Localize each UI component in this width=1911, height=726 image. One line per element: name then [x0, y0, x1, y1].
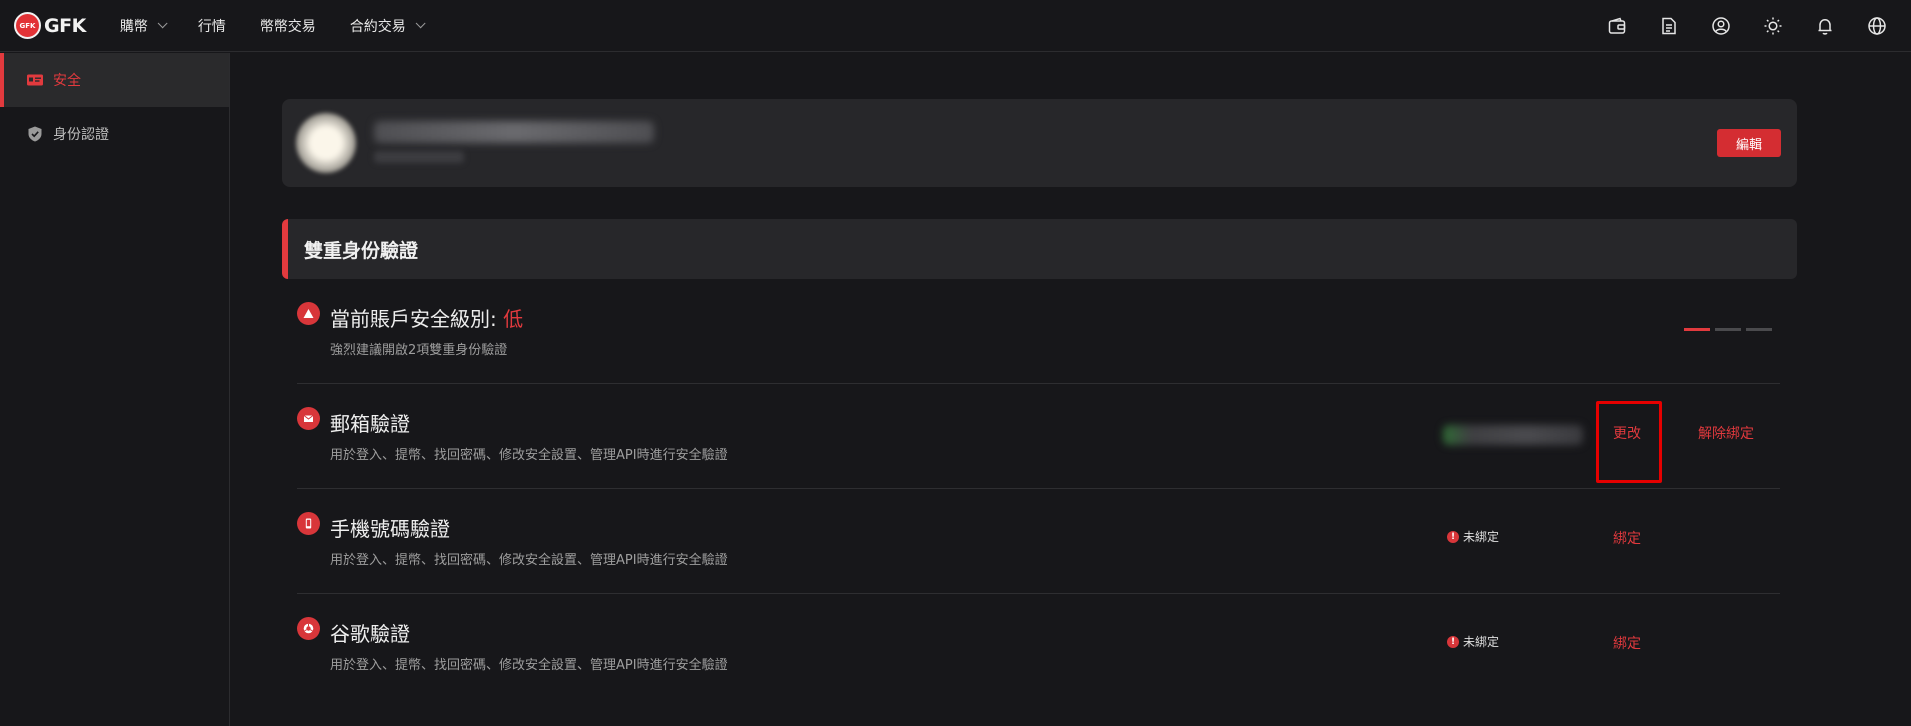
account-icon[interactable]: [1695, 0, 1747, 52]
logo-badge-icon: GFK: [14, 12, 41, 39]
annotation-highlight-box: [1596, 401, 1662, 483]
security-level-row: 當前賬戶安全級別: 低 強烈建議開啟2項雙重身份驗證: [297, 302, 1780, 384]
globe-icon[interactable]: [1851, 0, 1903, 52]
google-verification-desc: 用於登入、提幣、找回密碼、修改安全設置、管理API時進行安全驗證: [330, 658, 728, 673]
id-card-icon: [27, 74, 43, 86]
sidebar-item-label: 身份認證: [53, 127, 109, 143]
bind-google-button[interactable]: 綁定: [1613, 633, 1641, 653]
phone-verification-desc: 用於登入、提幣、找回密碼、修改安全設置、管理API時進行安全驗證: [330, 553, 728, 568]
phone-status-label: 未綁定: [1463, 530, 1500, 544]
google-status: ! 未綁定: [1447, 633, 1499, 650]
sidebar: 安全 身份認證: [0, 53, 230, 726]
phone-verification-row: 手機號碼驗證 用於登入、提幣、找回密碼、修改安全設置、管理API時進行安全驗證 …: [297, 512, 1780, 594]
top-nav-bar: GFK GFK 購幣 行情 幣幣交易 合約交易: [0, 0, 1911, 52]
bind-phone-button[interactable]: 綁定: [1613, 528, 1641, 548]
phone-status: ! 未綁定: [1447, 528, 1499, 545]
nav-item-spot-trading[interactable]: 幣幣交易: [260, 16, 316, 36]
profile-card: 編輯: [282, 99, 1797, 187]
security-level-value: 低: [503, 307, 524, 331]
wallet-icon[interactable]: [1591, 0, 1643, 52]
envelope-icon: [297, 407, 320, 430]
unbind-email-button[interactable]: 解除綁定: [1698, 423, 1754, 443]
google-status-label: 未綁定: [1463, 635, 1500, 649]
nav-item-futures-trading[interactable]: 合約交易: [349, 16, 426, 36]
phone-verification-title: 手機號碼驗證: [330, 517, 450, 541]
shield-check-icon: [28, 126, 42, 142]
sidebar-item-security[interactable]: 安全: [0, 53, 229, 107]
top-icon-bar: [1591, 0, 1903, 52]
logo-text: GFK: [44, 14, 86, 37]
brand-logo[interactable]: GFK GFK: [14, 12, 86, 39]
sidebar-item-identity-verification[interactable]: 身份認證: [0, 107, 229, 161]
redacted-user-id: [374, 151, 464, 163]
nav-item-buy-crypto[interactable]: 購幣: [119, 16, 168, 36]
level-bar: [1684, 328, 1710, 331]
google-verification-row: 谷歌驗證 用於登入、提幣、找回密碼、修改安全設置、管理API時進行安全驗證 ! …: [297, 617, 1780, 699]
phone-icon: [297, 512, 320, 535]
avatar: [296, 113, 356, 173]
level-bar: [1715, 328, 1741, 331]
alert-icon: !: [1447, 635, 1459, 648]
section-header: 雙重身份驗證: [282, 219, 1797, 279]
security-level-desc: 強烈建議開啟2項雙重身份驗證: [330, 343, 508, 358]
security-level-title: 當前賬戶安全級別: 低: [330, 303, 523, 332]
google-authenticator-icon: [297, 617, 320, 640]
redacted-bound-email: [1443, 425, 1583, 445]
chevron-down-icon: [415, 18, 426, 29]
bell-icon[interactable]: [1799, 0, 1851, 52]
section-title: 雙重身份驗證: [304, 239, 419, 262]
redacted-email: [374, 121, 654, 143]
nav-item-label: 購幣: [119, 18, 148, 35]
edit-profile-button[interactable]: 編輯: [1717, 129, 1781, 157]
theme-sun-icon[interactable]: [1747, 0, 1799, 52]
chevron-down-icon: [157, 18, 168, 29]
main-nav: 購幣 行情 幣幣交易 合約交易: [120, 16, 456, 36]
nav-item-label: 合約交易: [349, 18, 406, 35]
google-verification-title: 谷歌驗證: [330, 622, 410, 646]
nav-item-label: 行情: [197, 18, 226, 35]
email-verification-desc: 用於登入、提幣、找回密碼、修改安全設置、管理API時進行安全驗證: [330, 448, 728, 463]
email-verification-row: 郵箱驗證 用於登入、提幣、找回密碼、修改安全設置、管理API時進行安全驗證 更改…: [297, 407, 1780, 489]
security-level-bars: [1679, 328, 1772, 331]
nav-item-label: 幣幣交易: [259, 18, 316, 35]
warning-triangle-icon: [297, 302, 320, 325]
nav-item-markets[interactable]: 行情: [198, 16, 226, 36]
alert-icon: !: [1447, 530, 1459, 543]
security-level-label: 當前賬戶安全級別:: [330, 307, 504, 331]
level-bar: [1746, 328, 1772, 331]
email-verification-title: 郵箱驗證: [330, 412, 410, 436]
orders-icon[interactable]: [1643, 0, 1695, 52]
sidebar-item-label: 安全: [53, 73, 81, 89]
